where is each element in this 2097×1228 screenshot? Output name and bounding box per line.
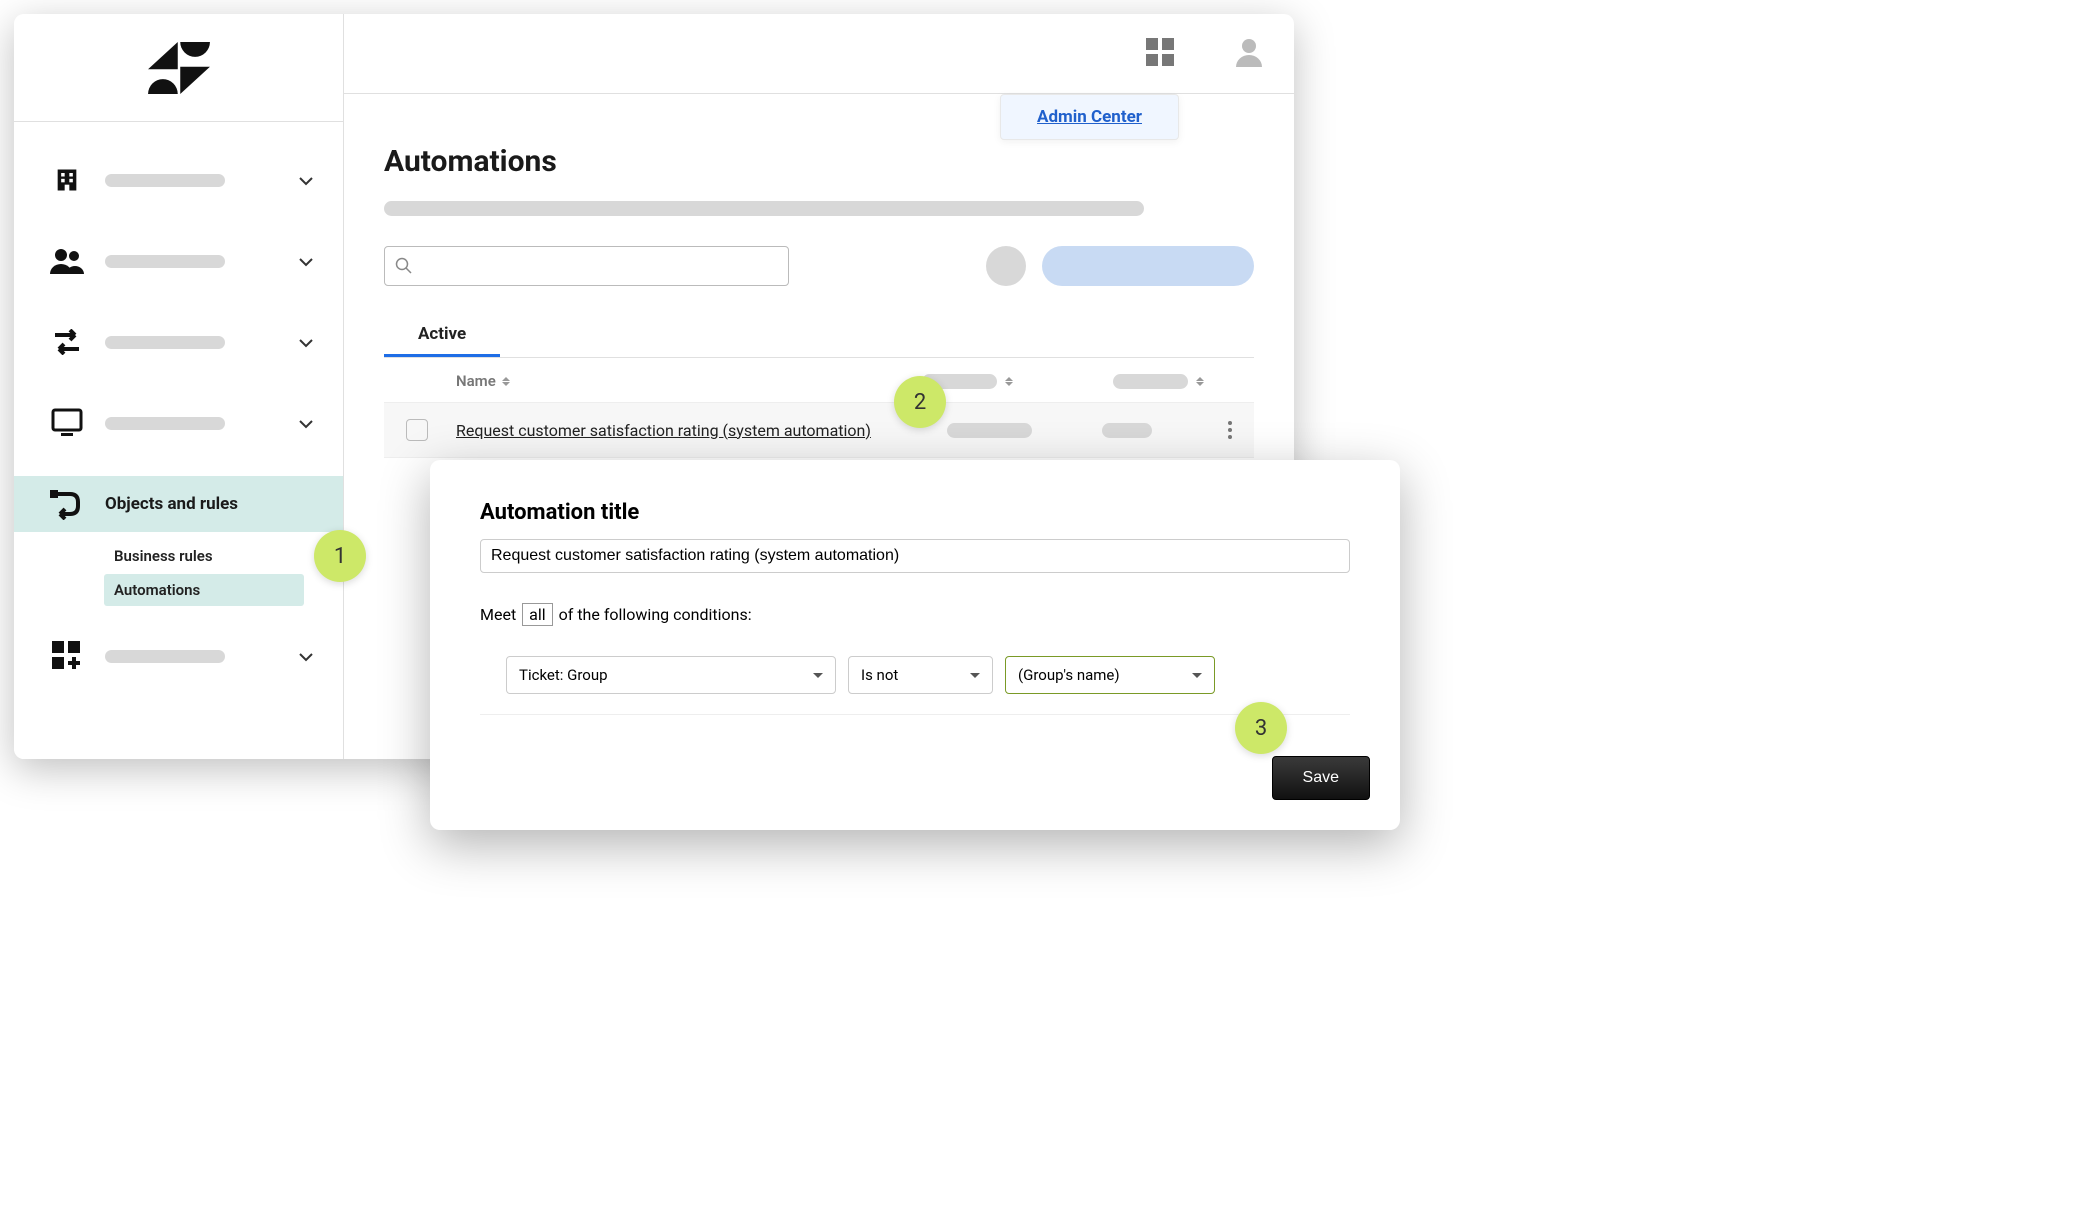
chevron-down-icon <box>970 673 980 678</box>
chevron-down-icon <box>299 252 313 271</box>
sidebar-item-objects-rules[interactable]: Objects and rules <box>14 476 343 532</box>
save-button[interactable]: Save <box>1272 756 1370 800</box>
apps-add-icon <box>49 638 85 674</box>
people-icon <box>49 243 85 279</box>
step-badge-2: 2 <box>894 376 946 428</box>
sidebar-item-label: Objects and rules <box>105 494 238 514</box>
subsection-business-rules[interactable]: Business rules <box>104 540 343 572</box>
cell-placeholder <box>947 423 1032 438</box>
tab-bar: Active <box>384 314 1254 358</box>
chevron-down-icon <box>299 414 313 433</box>
condition-field-select[interactable]: Ticket: Group <box>506 656 836 694</box>
toolbar <box>384 246 1254 286</box>
condition-label: Meet all of the following conditions: <box>480 603 1350 626</box>
subtitle-placeholder <box>384 201 1144 216</box>
zendesk-logo-icon <box>148 42 210 94</box>
apps-grid-icon[interactable] <box>1146 38 1174 70</box>
chevron-down-icon <box>813 673 823 678</box>
column-name-header[interactable]: Name <box>456 372 510 390</box>
page-title: Automations <box>384 144 1254 179</box>
monitor-icon <box>49 405 85 441</box>
sidebar-item-placeholder <box>105 336 225 349</box>
condition-mode-select[interactable]: all <box>522 603 552 626</box>
condition-operator-select[interactable]: Is not <box>848 656 993 694</box>
chevron-down-icon <box>299 333 313 352</box>
building-icon <box>49 162 85 198</box>
step-badge-1: 1 <box>314 530 366 582</box>
sidebar-subsection: Business rules Automations <box>14 540 343 606</box>
cell-placeholder <box>1102 423 1152 438</box>
dialog-title: Automation title <box>480 500 1350 525</box>
admin-center-tooltip: Admin Center <box>1000 94 1179 140</box>
condition-value-select[interactable]: (Group's name) <box>1005 656 1215 694</box>
routes-icon <box>49 486 85 522</box>
tab-active[interactable]: Active <box>384 314 500 357</box>
row-checkbox[interactable] <box>406 419 428 441</box>
sidebar-item-channels[interactable] <box>14 314 343 370</box>
automation-edit-dialog: Automation title Meet all of the followi… <box>430 460 1400 830</box>
row-menu-button[interactable] <box>1222 415 1238 445</box>
search-icon <box>395 257 413 275</box>
chevron-down-icon <box>299 171 313 190</box>
sidebar-item-people[interactable] <box>14 233 343 289</box>
step-badge-3: 3 <box>1235 702 1287 754</box>
automation-name-link[interactable]: Request customer satisfaction rating (sy… <box>456 421 871 440</box>
sidebar-item-workspaces[interactable] <box>14 395 343 451</box>
automation-title-input[interactable] <box>480 539 1350 573</box>
logo-section <box>14 14 343 122</box>
top-bar <box>344 14 1294 94</box>
toolbar-circle-placeholder <box>986 246 1026 286</box>
search-input[interactable] <box>384 246 789 286</box>
sort-icon <box>1196 377 1204 386</box>
chevron-down-icon <box>299 647 313 666</box>
sort-icon <box>502 377 510 386</box>
sidebar: Objects and rules Business rules Automat… <box>14 14 344 759</box>
arrows-icon <box>49 324 85 360</box>
chevron-down-icon <box>1192 673 1202 678</box>
table-header: Name <box>384 358 1254 402</box>
column-placeholder <box>1113 374 1188 389</box>
user-avatar-icon[interactable] <box>1234 37 1264 71</box>
content-area: Automations Active Name <box>344 94 1294 458</box>
sidebar-item-placeholder <box>105 174 225 187</box>
sidebar-item-placeholder <box>105 650 225 663</box>
sort-icon <box>1005 377 1013 386</box>
table-row[interactable]: Request customer satisfaction rating (sy… <box>384 402 1254 458</box>
subsection-automations[interactable]: Automations <box>104 574 304 606</box>
sidebar-item-apps[interactable] <box>14 628 343 684</box>
admin-center-link[interactable]: Admin Center <box>1037 107 1142 127</box>
sidebar-item-placeholder <box>105 417 225 430</box>
sidebar-item-account[interactable] <box>14 152 343 208</box>
condition-row: Ticket: Group Is not (Group's name) <box>480 656 1350 715</box>
sidebar-items: Objects and rules Business rules Automat… <box>14 122 343 709</box>
toolbar-button-placeholder[interactable] <box>1042 246 1254 286</box>
sidebar-item-placeholder <box>105 255 225 268</box>
